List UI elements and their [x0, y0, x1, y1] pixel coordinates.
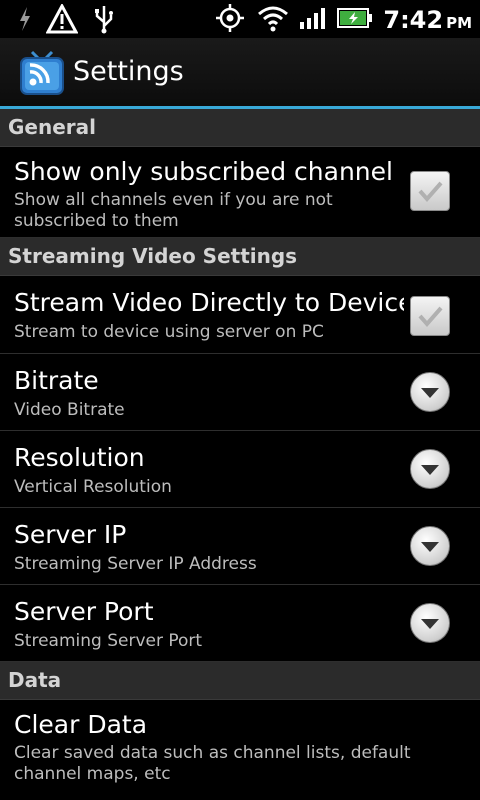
pref-title: Clear Data — [14, 710, 148, 739]
wifi-icon — [257, 4, 289, 36]
pref-summary: Stream to device using server on PC — [14, 322, 324, 342]
bolt-icon — [18, 6, 32, 36]
title-bar: Settings — [0, 38, 480, 106]
page-title: Settings — [73, 56, 184, 87]
pref-title: Server IP — [14, 520, 127, 549]
pref-summary: Streaming Server IP Address — [14, 554, 257, 574]
server-ip-dropdown[interactable] — [410, 526, 450, 566]
gps-icon — [213, 2, 247, 38]
pref-summary: Show all channels even if you are not su… — [14, 190, 333, 231]
pref-title: Resolution — [14, 443, 145, 472]
category-general: General — [0, 109, 480, 147]
bitrate-dropdown[interactable] — [410, 372, 450, 412]
pref-bitrate[interactable]: Bitrate Video Bitrate — [0, 354, 480, 431]
pref-title: Show only subscribed channels ( — [14, 157, 394, 186]
battery-icon — [337, 7, 373, 33]
warning-icon — [45, 2, 79, 38]
category-streaming: Streaming Video Settings — [0, 238, 480, 276]
pref-server-ip[interactable]: Server IP Streaming Server IP Address — [0, 508, 480, 585]
pref-resolution[interactable]: Resolution Vertical Resolution — [0, 431, 480, 508]
pref-show-subscribed[interactable]: Show only subscribed channels ( Show all… — [0, 147, 480, 238]
subscribed-checkbox[interactable] — [410, 171, 450, 211]
pref-stream-direct[interactable]: Stream Video Directly to Device Stream t… — [0, 276, 480, 354]
pref-server-port[interactable]: Server Port Streaming Server Port — [0, 585, 480, 662]
server-port-dropdown[interactable] — [410, 603, 450, 643]
pref-summary: Streaming Server Port — [14, 631, 203, 651]
pref-title: Stream Video Directly to Device — [14, 288, 404, 317]
category-data: Data — [0, 662, 480, 700]
pref-title: Server Port — [14, 597, 154, 626]
usb-icon — [92, 4, 116, 38]
pref-summary: Video Bitrate — [14, 400, 125, 420]
status-bar: 7:42 PM — [0, 0, 480, 38]
signal-icon — [299, 6, 327, 34]
stream-checkbox[interactable] — [410, 296, 450, 336]
pref-summary: Clear saved data such as channel lists, … — [14, 743, 411, 784]
pref-summary: Vertical Resolution — [14, 477, 172, 497]
resolution-dropdown[interactable] — [410, 449, 450, 489]
rss-tv-icon — [20, 50, 64, 96]
clock: 7:42 PM — [383, 6, 472, 34]
preference-list[interactable]: General Show only subscribed channels ( … — [0, 109, 480, 792]
pref-title: Bitrate — [14, 366, 99, 395]
pref-clear-data[interactable]: Clear Data Clear saved data such as chan… — [0, 700, 480, 792]
